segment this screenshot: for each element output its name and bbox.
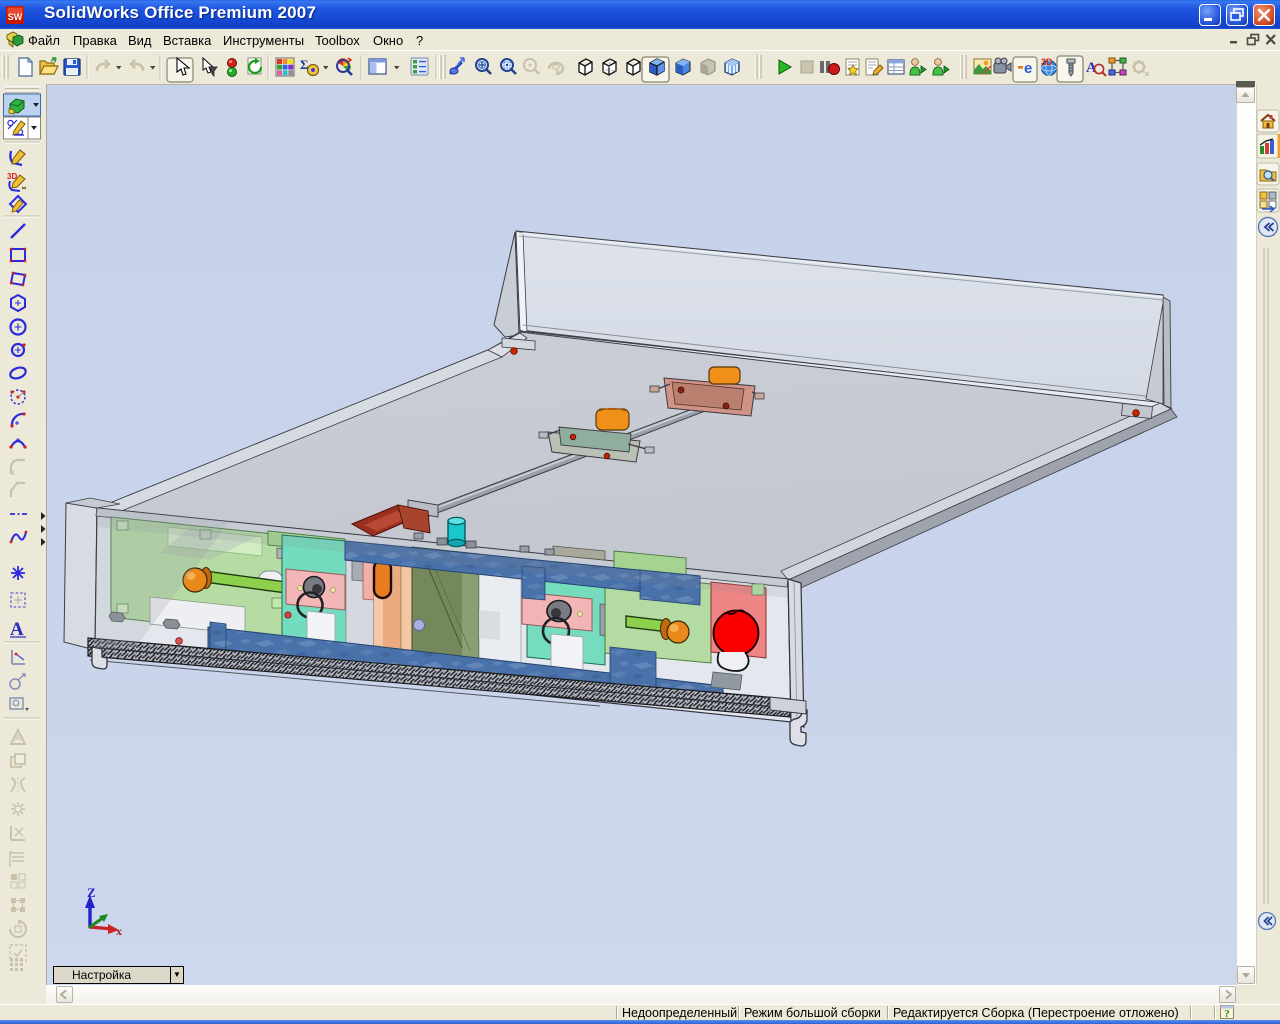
svg-text:A: A xyxy=(1086,60,1097,76)
svg-text:x: x xyxy=(116,924,122,938)
svg-text:SW: SW xyxy=(8,12,23,22)
svg-text:Z: Z xyxy=(87,885,96,900)
svg-text:3D: 3D xyxy=(1041,57,1053,67)
svg-text:e: e xyxy=(1024,60,1032,77)
svg-text:?: ? xyxy=(1224,1008,1230,1019)
svg-text:A: A xyxy=(15,733,21,743)
